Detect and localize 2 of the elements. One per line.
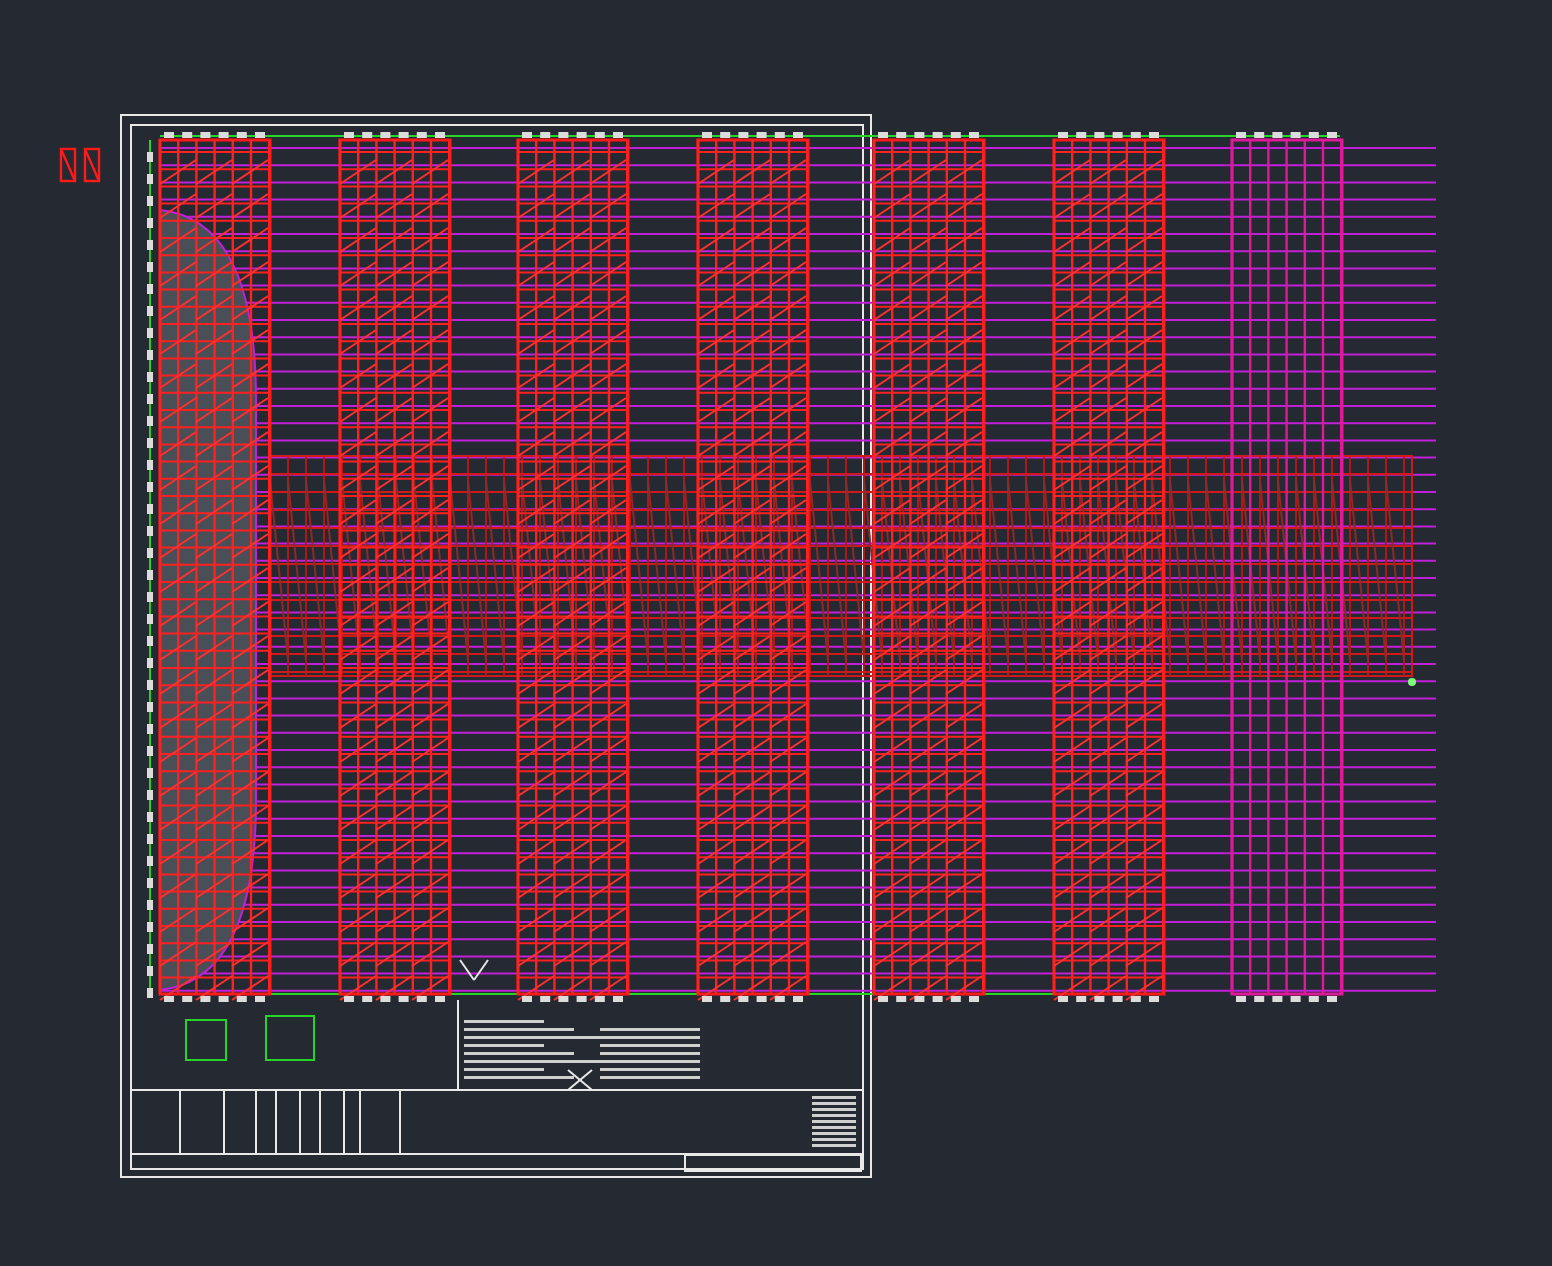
missing-glyph-icon [83,147,101,183]
missing-glyph-icon [59,147,77,183]
